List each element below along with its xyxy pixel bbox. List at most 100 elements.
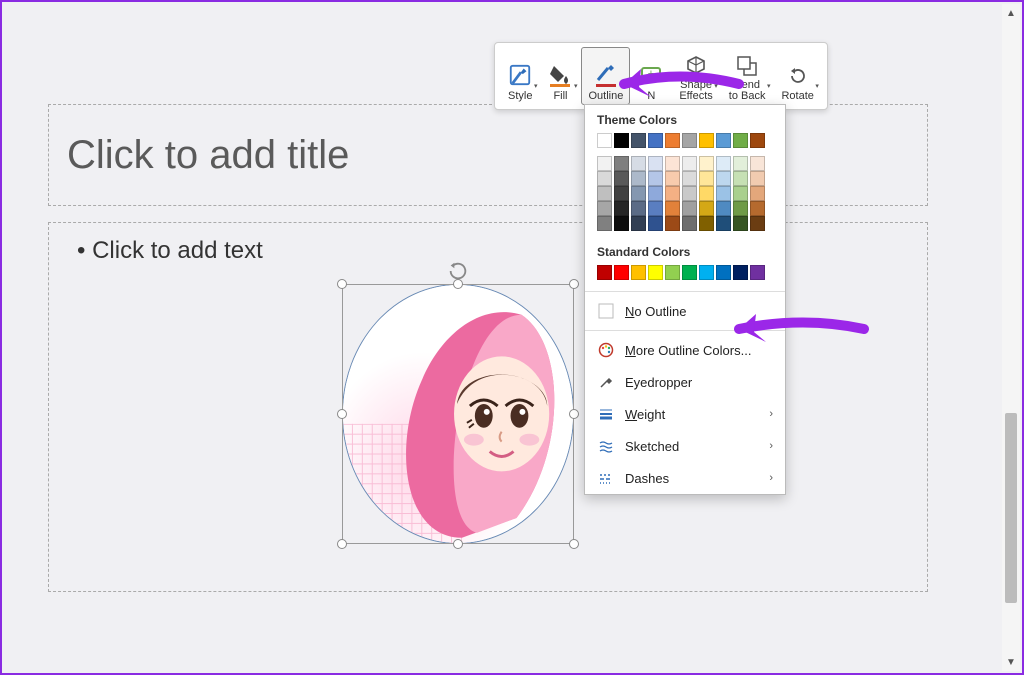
- no-outline-item[interactable]: No Outline: [585, 295, 785, 327]
- scroll-up-arrow[interactable]: ▲: [1002, 4, 1020, 22]
- style-button[interactable]: ▾ Style: [501, 47, 539, 105]
- color-swatch[interactable]: [597, 156, 612, 171]
- scroll-track[interactable]: [1002, 22, 1020, 653]
- outline-button[interactable]: ▾ Outline: [581, 47, 630, 105]
- color-swatch[interactable]: [716, 216, 731, 231]
- color-swatch[interactable]: [631, 216, 646, 231]
- selected-shape[interactable]: [342, 284, 574, 544]
- title-placeholder[interactable]: Click to add title: [48, 104, 928, 206]
- color-swatch[interactable]: [648, 201, 663, 216]
- chevron-right-icon: ›: [769, 472, 773, 484]
- fill-button[interactable]: ▾ Fill: [541, 47, 579, 105]
- more-outline-colors-item[interactable]: More Outline Colors...: [585, 334, 785, 366]
- color-swatch[interactable]: [716, 171, 731, 186]
- shape-effects-button[interactable]: ▾ ShapeEffects: [672, 47, 719, 105]
- color-swatch[interactable]: [665, 133, 680, 148]
- color-swatch[interactable]: [716, 265, 731, 280]
- color-swatch[interactable]: [597, 133, 612, 148]
- color-swatch[interactable]: [665, 186, 680, 201]
- dashes-item[interactable]: Dashes ›: [585, 462, 785, 494]
- color-swatch[interactable]: [750, 265, 765, 280]
- color-swatch[interactable]: [631, 201, 646, 216]
- color-swatch[interactable]: [733, 265, 748, 280]
- color-swatch[interactable]: [733, 216, 748, 231]
- resize-handle[interactable]: [569, 539, 579, 549]
- color-swatch[interactable]: [750, 133, 765, 148]
- color-swatch[interactable]: [665, 156, 680, 171]
- color-swatch[interactable]: [699, 201, 714, 216]
- color-swatch[interactable]: [750, 171, 765, 186]
- color-swatch[interactable]: [597, 201, 612, 216]
- color-swatch[interactable]: [699, 171, 714, 186]
- color-swatch[interactable]: [631, 186, 646, 201]
- rotate-button[interactable]: ▾ Rotate: [774, 47, 820, 105]
- color-swatch[interactable]: [682, 156, 697, 171]
- color-swatch[interactable]: [750, 216, 765, 231]
- color-swatch[interactable]: [614, 156, 629, 171]
- color-swatch[interactable]: [716, 186, 731, 201]
- app-frame: Click to add title • Click to add text: [0, 0, 1024, 675]
- color-swatch[interactable]: [699, 133, 714, 148]
- send-to-back-button[interactable]: ▾ Sendto Back: [722, 47, 773, 105]
- color-swatch[interactable]: [699, 216, 714, 231]
- color-swatch[interactable]: [716, 156, 731, 171]
- color-swatch[interactable]: [665, 216, 680, 231]
- color-swatch[interactable]: [682, 186, 697, 201]
- color-swatch[interactable]: [699, 186, 714, 201]
- resize-handle[interactable]: [337, 409, 347, 419]
- color-swatch[interactable]: [614, 201, 629, 216]
- color-swatch[interactable]: [631, 156, 646, 171]
- color-swatch[interactable]: [682, 265, 697, 280]
- color-swatch[interactable]: [665, 201, 680, 216]
- color-swatch[interactable]: [648, 156, 663, 171]
- color-swatch[interactable]: [750, 186, 765, 201]
- scroll-down-arrow[interactable]: ▼: [1002, 653, 1020, 671]
- color-swatch[interactable]: [665, 265, 680, 280]
- color-swatch[interactable]: [597, 171, 612, 186]
- color-swatch[interactable]: [733, 186, 748, 201]
- resize-handle[interactable]: [337, 279, 347, 289]
- color-swatch[interactable]: [682, 171, 697, 186]
- color-swatch[interactable]: [733, 133, 748, 148]
- color-swatch[interactable]: [648, 265, 663, 280]
- color-swatch[interactable]: [648, 133, 663, 148]
- color-swatch[interactable]: [614, 171, 629, 186]
- color-swatch[interactable]: [716, 133, 731, 148]
- scroll-thumb[interactable]: [1005, 413, 1017, 602]
- color-swatch[interactable]: [733, 156, 748, 171]
- color-swatch[interactable]: [733, 171, 748, 186]
- resize-handle[interactable]: [453, 279, 463, 289]
- eyedropper-item[interactable]: Eyedropper: [585, 366, 785, 398]
- weight-item[interactable]: Weight ›: [585, 398, 785, 430]
- color-swatch[interactable]: [597, 216, 612, 231]
- color-swatch[interactable]: [750, 201, 765, 216]
- color-swatch[interactable]: [614, 133, 629, 148]
- sketched-item[interactable]: Sketched ›: [585, 430, 785, 462]
- color-swatch[interactable]: [682, 201, 697, 216]
- resize-handle[interactable]: [453, 539, 463, 549]
- color-swatch[interactable]: [682, 133, 697, 148]
- color-swatch[interactable]: [631, 171, 646, 186]
- resize-handle[interactable]: [337, 539, 347, 549]
- color-swatch[interactable]: [631, 133, 646, 148]
- color-swatch[interactable]: [597, 186, 612, 201]
- resize-handle[interactable]: [569, 409, 579, 419]
- new-comment-button[interactable]: + N: [632, 47, 670, 105]
- color-swatch[interactable]: [614, 216, 629, 231]
- color-swatch[interactable]: [631, 265, 646, 280]
- color-swatch[interactable]: [716, 201, 731, 216]
- color-swatch[interactable]: [699, 156, 714, 171]
- color-swatch[interactable]: [750, 156, 765, 171]
- vertical-scrollbar[interactable]: ▲ ▼: [1002, 4, 1020, 671]
- color-swatch[interactable]: [597, 265, 612, 280]
- color-swatch[interactable]: [648, 186, 663, 201]
- color-swatch[interactable]: [665, 171, 680, 186]
- color-swatch[interactable]: [614, 186, 629, 201]
- color-swatch[interactable]: [648, 216, 663, 231]
- color-swatch[interactable]: [699, 265, 714, 280]
- color-swatch[interactable]: [733, 201, 748, 216]
- resize-handle[interactable]: [569, 279, 579, 289]
- color-swatch[interactable]: [648, 171, 663, 186]
- color-swatch[interactable]: [682, 216, 697, 231]
- color-swatch[interactable]: [614, 265, 629, 280]
